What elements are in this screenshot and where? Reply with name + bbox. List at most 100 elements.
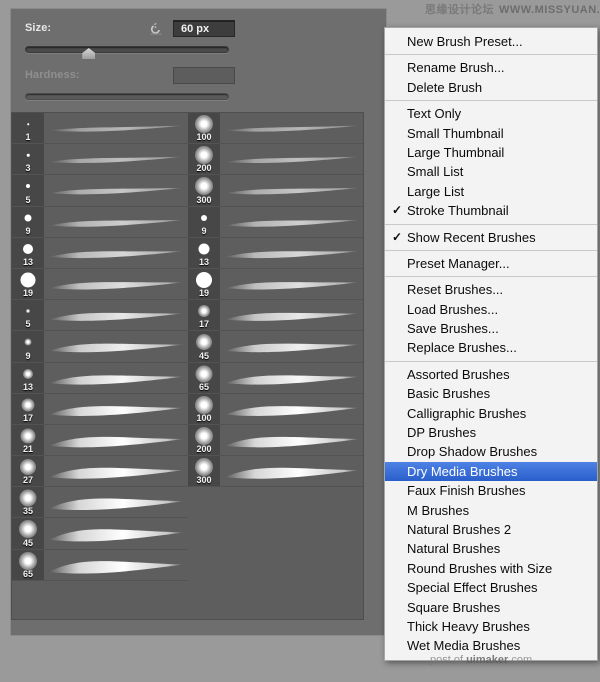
brush-list-item[interactable]: 27 [12, 456, 188, 488]
brush-list-item[interactable]: 19 [12, 268, 188, 301]
brush-list-item[interactable]: 35 [12, 487, 188, 519]
brush-list-item[interactable]: 45 [188, 331, 363, 363]
watermark-bottom-suffix: .com [508, 654, 533, 666]
brush-thumbnail: 13 [12, 362, 44, 393]
brush-list-item[interactable]: 65 [188, 362, 363, 394]
brush-stroke-preview [221, 238, 363, 268]
panel-flyout-menu[interactable]: New Brush Preset... Rename Brush... Delete… [384, 27, 598, 661]
menu-item[interactable]: New Brush Preset... [385, 32, 597, 51]
brush-size-label: 9 [25, 350, 31, 361]
brush-list-item[interactable]: 200 [188, 144, 363, 176]
brush-list-item[interactable]: 300 [188, 456, 363, 488]
watermark-bottom: post of uimaker.com [430, 654, 532, 666]
brush-thumbnail: 13 [12, 237, 44, 268]
brush-list-item[interactable]: 3 [12, 144, 188, 176]
brush-stroke-preview [45, 425, 188, 455]
menu-item[interactable]: Natural Brushes [385, 539, 597, 558]
brush-list-item[interactable]: 17 [188, 300, 363, 332]
brush-list-item[interactable]: 17 [12, 393, 188, 425]
size-slider[interactable] [23, 42, 374, 60]
brush-thumbnail: 35 [12, 487, 44, 518]
menu-item[interactable]: Delete Brush [385, 78, 597, 97]
menu-item[interactable]: ✓ Stroke Thumbnail [385, 201, 597, 220]
brush-stroke-preview [221, 269, 363, 299]
menu-item-label: Load Brushes... [407, 301, 499, 317]
menu-item[interactable]: M Brushes [385, 501, 597, 520]
menu-item[interactable]: Basic Brushes [385, 384, 597, 403]
menu-separator [385, 54, 597, 56]
brush-list-item[interactable]: 9 [12, 331, 188, 363]
brush-list-item[interactable]: 45 [12, 518, 188, 550]
brush-list-item[interactable]: 5 [12, 175, 188, 207]
menu-item[interactable]: Calligraphic Brushes [385, 404, 597, 423]
brush-stroke-preview [221, 300, 363, 330]
menu-item[interactable]: Save Brushes... [385, 319, 597, 338]
brush-size-label: 9 [25, 225, 31, 236]
menu-item[interactable]: Thick Heavy Brushes [385, 617, 597, 636]
brush-tip-icon [195, 146, 213, 165]
brush-thumbnail: 9 [12, 331, 44, 362]
brush-column-2[interactable]: 100 200 300 9 13 19 17 45 65 100 200 300 [188, 113, 363, 619]
menu-item[interactable]: Small List [385, 162, 597, 181]
menu-item-label: Assorted Brushes [407, 366, 510, 382]
brush-list-item[interactable]: 5 [12, 300, 188, 332]
brush-stroke-preview [221, 331, 363, 361]
brush-stroke-preview [45, 331, 188, 361]
brush-thumbnail: 9 [12, 206, 44, 237]
brush-thumbnail: 5 [12, 300, 44, 331]
brush-list-item[interactable]: 13 [188, 237, 363, 269]
brush-list-item[interactable]: 19 [188, 268, 363, 301]
menu-item[interactable]: Large Thumbnail [385, 143, 597, 162]
brush-list-item[interactable]: 21 [12, 424, 188, 457]
size-value-field[interactable]: 60 px [173, 20, 235, 37]
brush-list-item[interactable]: 9 [12, 206, 188, 238]
menu-item-label: Reset Brushes... [407, 282, 504, 298]
menu-item[interactable]: DP Brushes [385, 423, 597, 442]
brush-list-item[interactable]: 100 [188, 393, 363, 425]
brush-stroke-preview [45, 113, 188, 143]
menu-item[interactable]: Drop Shadow Brushes [385, 442, 597, 461]
brush-tip-icon [26, 153, 30, 157]
menu-item[interactable]: Wet Media Brushes [385, 636, 597, 655]
menu-item[interactable]: Text Only [385, 104, 597, 123]
menu-item[interactable]: Faux Finish Brushes [385, 481, 597, 500]
menu-separator [385, 100, 597, 102]
brush-list-item[interactable]: 300 [188, 175, 363, 207]
brush-tip-icon [195, 115, 213, 133]
menu-item[interactable]: Square Brushes [385, 598, 597, 617]
brush-stroke-preview [221, 425, 363, 455]
brush-size-label: 9 [201, 225, 207, 236]
brush-list-item[interactable]: 65 [12, 549, 188, 581]
menu-item[interactable]: Dry Media Brushes [385, 461, 597, 482]
brush-tip-icon [19, 489, 37, 507]
brush-stroke-preview [45, 300, 188, 330]
brush-tip-icon [24, 214, 32, 222]
brush-list-item[interactable]: 9 [188, 206, 363, 238]
menu-item[interactable]: Special Effect Brushes [385, 578, 597, 597]
brush-list-item[interactable]: 13 [12, 362, 188, 394]
brush-list-item[interactable]: 100 [188, 113, 363, 145]
menu-item[interactable]: Natural Brushes 2 [385, 520, 597, 539]
menu-item[interactable]: Load Brushes... [385, 300, 597, 319]
brush-size-label: 300 [196, 475, 212, 486]
brush-thumbnail: 65 [188, 362, 220, 393]
menu-item[interactable]: Assorted Brushes [385, 365, 597, 384]
menu-item[interactable]: Round Brushes with Size [385, 559, 597, 578]
brush-list-item[interactable]: 200 [188, 424, 363, 457]
menu-item[interactable]: ✓ Show Recent Brushes [385, 228, 597, 247]
brush-size-label: 13 [22, 256, 33, 267]
brush-preset-list[interactable]: 1 3 5 9 13 19 5 9 13 17 21 27 35 45 65 100 200 300 9 13 19 1… [11, 112, 364, 620]
brush-list-item[interactable]: 1 [12, 113, 188, 145]
menu-item[interactable]: Preset Manager... [385, 254, 597, 273]
menu-item-label: Calligraphic Brushes [407, 405, 527, 421]
menu-item[interactable]: Reset Brushes... [385, 280, 597, 299]
menu-item[interactable]: Rename Brush... [385, 58, 597, 77]
brush-column-1[interactable]: 1 3 5 9 13 19 5 9 13 17 21 27 35 45 65 [12, 113, 188, 619]
brush-thumbnail: 17 [12, 393, 44, 424]
menu-item[interactable]: Large List [385, 182, 597, 201]
reset-arrow-icon[interactable] [148, 21, 164, 37]
menu-item[interactable]: Replace Brushes... [385, 338, 597, 357]
menu-item[interactable]: Small Thumbnail [385, 124, 597, 143]
size-slider-track[interactable] [25, 46, 229, 53]
brush-list-item[interactable]: 13 [12, 237, 188, 269]
